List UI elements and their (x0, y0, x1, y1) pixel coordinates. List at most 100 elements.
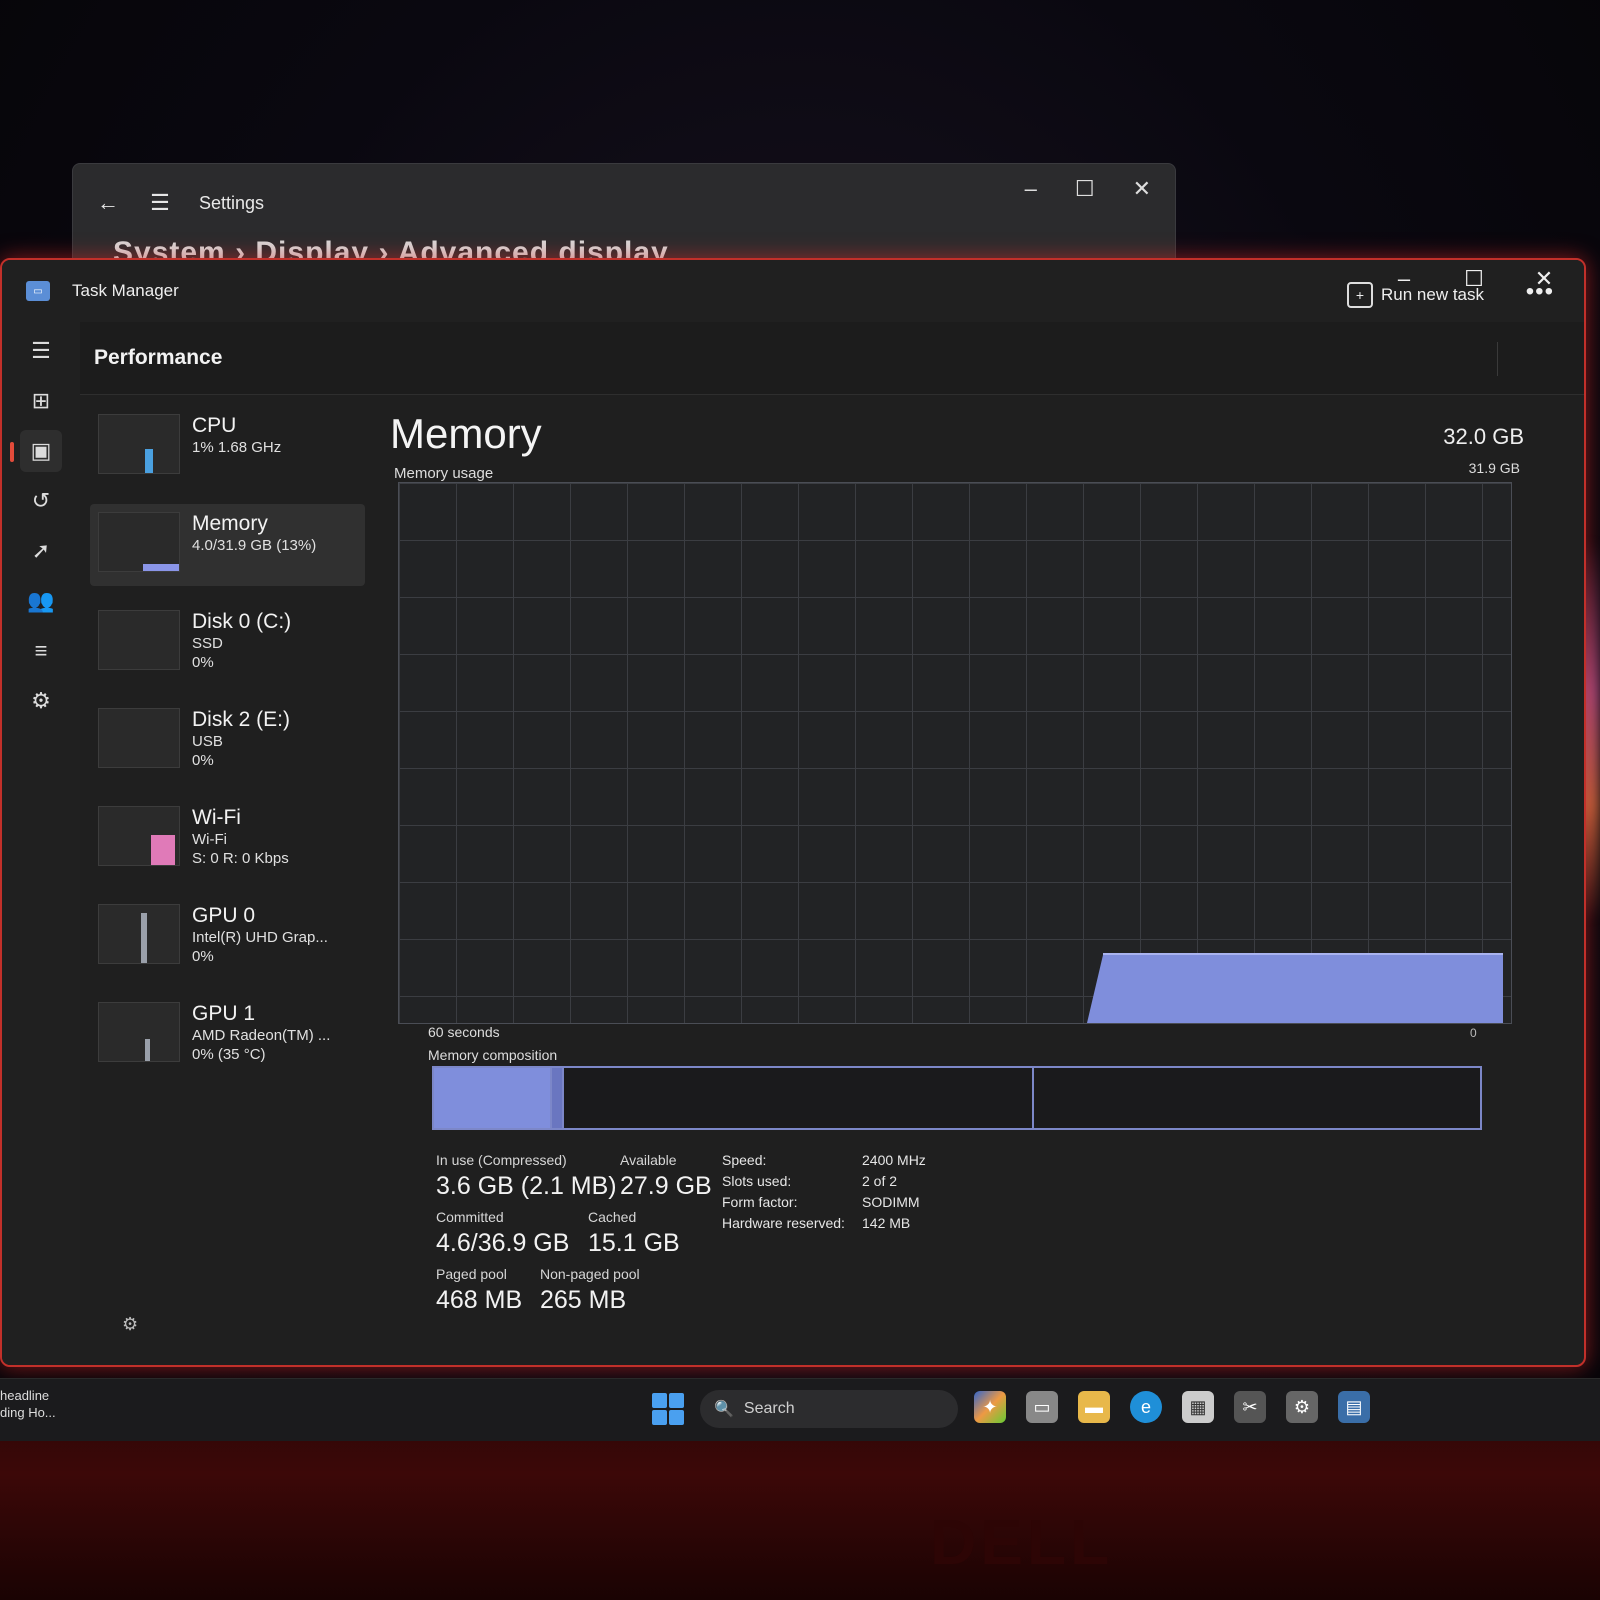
settings-title: Settings (199, 192, 265, 213)
task-manager-app-icon: ▭ (26, 281, 50, 301)
time-span-label: 60 seconds (428, 1024, 500, 1040)
memory-usage-label: Memory usage (394, 465, 494, 482)
graph-ramp (1087, 955, 1103, 1023)
news-line: headline (0, 1388, 50, 1403)
resource-list: CPU 1% 1.68 GHz Memory 4.0/31.9 GB (13%)… (90, 406, 365, 1092)
services-icon[interactable]: ⚙ (20, 680, 62, 722)
stat-value: 15.1 GB (588, 1229, 680, 1257)
search-icon: 🔍 (714, 1401, 734, 1418)
hw-label: Form factor: (722, 1194, 798, 1210)
hw-value: 2400 MHz (862, 1152, 926, 1168)
run-new-task-button[interactable]: + Run new task (1347, 282, 1484, 308)
taskbar-search[interactable]: 🔍 Search (700, 1390, 958, 1428)
resource-name: GPU 0 (192, 904, 256, 927)
file-explorer-icon[interactable]: ▬ (1078, 1391, 1110, 1423)
window-title: Task Manager (72, 281, 179, 300)
stat-value: 27.9 GB (620, 1172, 712, 1200)
nav-sidebar: ☰ ⊞ ▣ ↺ ➚ 👥 ≡ ⚙ (2, 322, 80, 1365)
performance-icon[interactable]: ▣ (10, 430, 62, 472)
hw-value: 2 of 2 (862, 1173, 898, 1189)
more-options-button[interactable]: ••• (1526, 278, 1554, 306)
disk0-thumbnail-graph (98, 610, 180, 670)
minimize-button[interactable]: – (1025, 176, 1037, 202)
composition-standby (564, 1068, 1034, 1128)
resource-detail: 0% (192, 752, 214, 769)
resource-detail: AMD Radeon(TM) ... (192, 1027, 331, 1044)
copilot-icon[interactable]: ✦ (974, 1391, 1006, 1423)
news-widget[interactable]: headline ding Ho... (0, 1387, 56, 1421)
stat-value: 3.6 GB (2.1 MB) (436, 1172, 617, 1200)
resource-name: Disk 0 (C:) (192, 610, 292, 633)
resource-name: Memory (192, 512, 268, 535)
stat-label: Cached (588, 1209, 637, 1225)
resource-item-wifi[interactable]: Wi-Fi Wi-Fi S: 0 R: 0 Kbps (90, 798, 365, 880)
close-button[interactable]: ✕ (1133, 176, 1151, 202)
details-icon[interactable]: ≡ (20, 630, 62, 672)
store-icon[interactable]: ▦ (1182, 1391, 1214, 1423)
snipping-tool-icon[interactable]: ✂ (1234, 1391, 1266, 1423)
taskbar-apps: ✦ ▭ ▬ e ▦ ✂ ⚙ ▤ (974, 1391, 1370, 1423)
resource-name: GPU 1 (192, 1002, 256, 1025)
gpu0-thumbnail-graph (98, 904, 180, 964)
resource-item-memory[interactable]: Memory 4.0/31.9 GB (13%) (90, 504, 365, 586)
cpu-thumbnail-graph (98, 414, 180, 474)
hw-label: Speed: (722, 1152, 767, 1168)
hw-value: 142 MB (862, 1215, 911, 1231)
task-manager-window: ▭ Task Manager – ☐ ✕ ☰ ⊞ ▣ ↺ ➚ 👥 ≡ ⚙ ⚙ P… (0, 258, 1586, 1367)
taskbar: headline ding Ho... 🔍 Search ✦ ▭ ▬ e ▦ ✂… (0, 1378, 1600, 1441)
start-button[interactable] (652, 1393, 684, 1425)
edge-icon[interactable]: e (1130, 1391, 1162, 1423)
stat-value: 4.6/36.9 GB (436, 1229, 570, 1257)
task-manager-taskbar-icon[interactable]: ▤ (1338, 1391, 1370, 1423)
header-divider (1497, 342, 1498, 376)
resource-name: Wi-Fi (192, 806, 241, 829)
hamburger-menu-icon[interactable]: ☰ (147, 190, 173, 216)
processes-icon[interactable]: ⊞ (20, 380, 62, 422)
stat-label: Non-paged pool (540, 1266, 640, 1282)
stat-paged-pool: Paged pool 468 MB (436, 1266, 522, 1315)
stat-value: 468 MB (436, 1286, 523, 1314)
hamburger-menu-icon[interactable]: ☰ (20, 330, 62, 372)
memory-composition-label: Memory composition (428, 1047, 558, 1063)
run-task-icon: + (1347, 282, 1373, 308)
users-icon[interactable]: 👥 (20, 580, 62, 622)
memory-thumbnail-graph (98, 512, 180, 572)
resource-name: Disk 2 (E:) (192, 708, 291, 731)
resource-detail: 0% (35 °C) (192, 1046, 266, 1063)
memory-usage-graph (398, 482, 1512, 1024)
resource-item-cpu[interactable]: CPU 1% 1.68 GHz (90, 406, 365, 488)
resource-item-gpu1[interactable]: GPU 1 AMD Radeon(TM) ... 0% (35 °C) (90, 994, 365, 1076)
settings-gear-icon[interactable]: ⚙ (122, 1314, 138, 1335)
resource-name: CPU (192, 414, 237, 437)
resource-detail: 4.0/31.9 GB (13%) (192, 537, 317, 554)
composition-free (1034, 1068, 1480, 1128)
hardware-info: Speed: 2400 MHz Slots used: 2 of 2 Form fa… (722, 1152, 926, 1236)
stat-label: In use (Compressed) (436, 1152, 567, 1168)
resource-item-disk2[interactable]: Disk 2 (E:) USB 0% (90, 700, 365, 782)
stat-committed: Committed 4.6/36.9 GB (436, 1209, 569, 1258)
memory-composition-bar (432, 1066, 1482, 1130)
graph-usage-area (1103, 953, 1503, 1023)
app-history-icon[interactable]: ↺ (20, 480, 62, 522)
startup-apps-icon[interactable]: ➚ (20, 530, 62, 572)
maximize-button[interactable]: ☐ (1075, 176, 1095, 202)
resource-item-disk0[interactable]: Disk 0 (C:) SSD 0% (90, 602, 365, 684)
composition-modified (552, 1068, 564, 1128)
disk2-thumbnail-graph (98, 708, 180, 768)
hw-label: Hardware reserved: (722, 1215, 845, 1231)
settings-icon[interactable]: ⚙ (1286, 1391, 1318, 1423)
back-arrow-icon[interactable]: ← (95, 190, 121, 216)
resource-detail: 0% (192, 654, 214, 671)
task-view-icon[interactable]: ▭ (1026, 1391, 1058, 1423)
run-new-task-label: Run new task (1381, 285, 1484, 304)
resource-item-gpu0[interactable]: GPU 0 Intel(R) UHD Grap... 0% (90, 896, 365, 978)
resource-detail: Intel(R) UHD Grap... (192, 929, 328, 946)
gpu1-thumbnail-graph (98, 1002, 180, 1062)
stat-available: Available 27.9 GB (620, 1152, 712, 1201)
wifi-thumbnail-graph (98, 806, 180, 866)
stat-label: Committed (436, 1209, 504, 1225)
resource-detail: 0% (192, 948, 214, 965)
page-title: Performance (94, 346, 223, 369)
resource-detail: USB (192, 733, 223, 750)
news-line: ding Ho... (0, 1405, 56, 1420)
